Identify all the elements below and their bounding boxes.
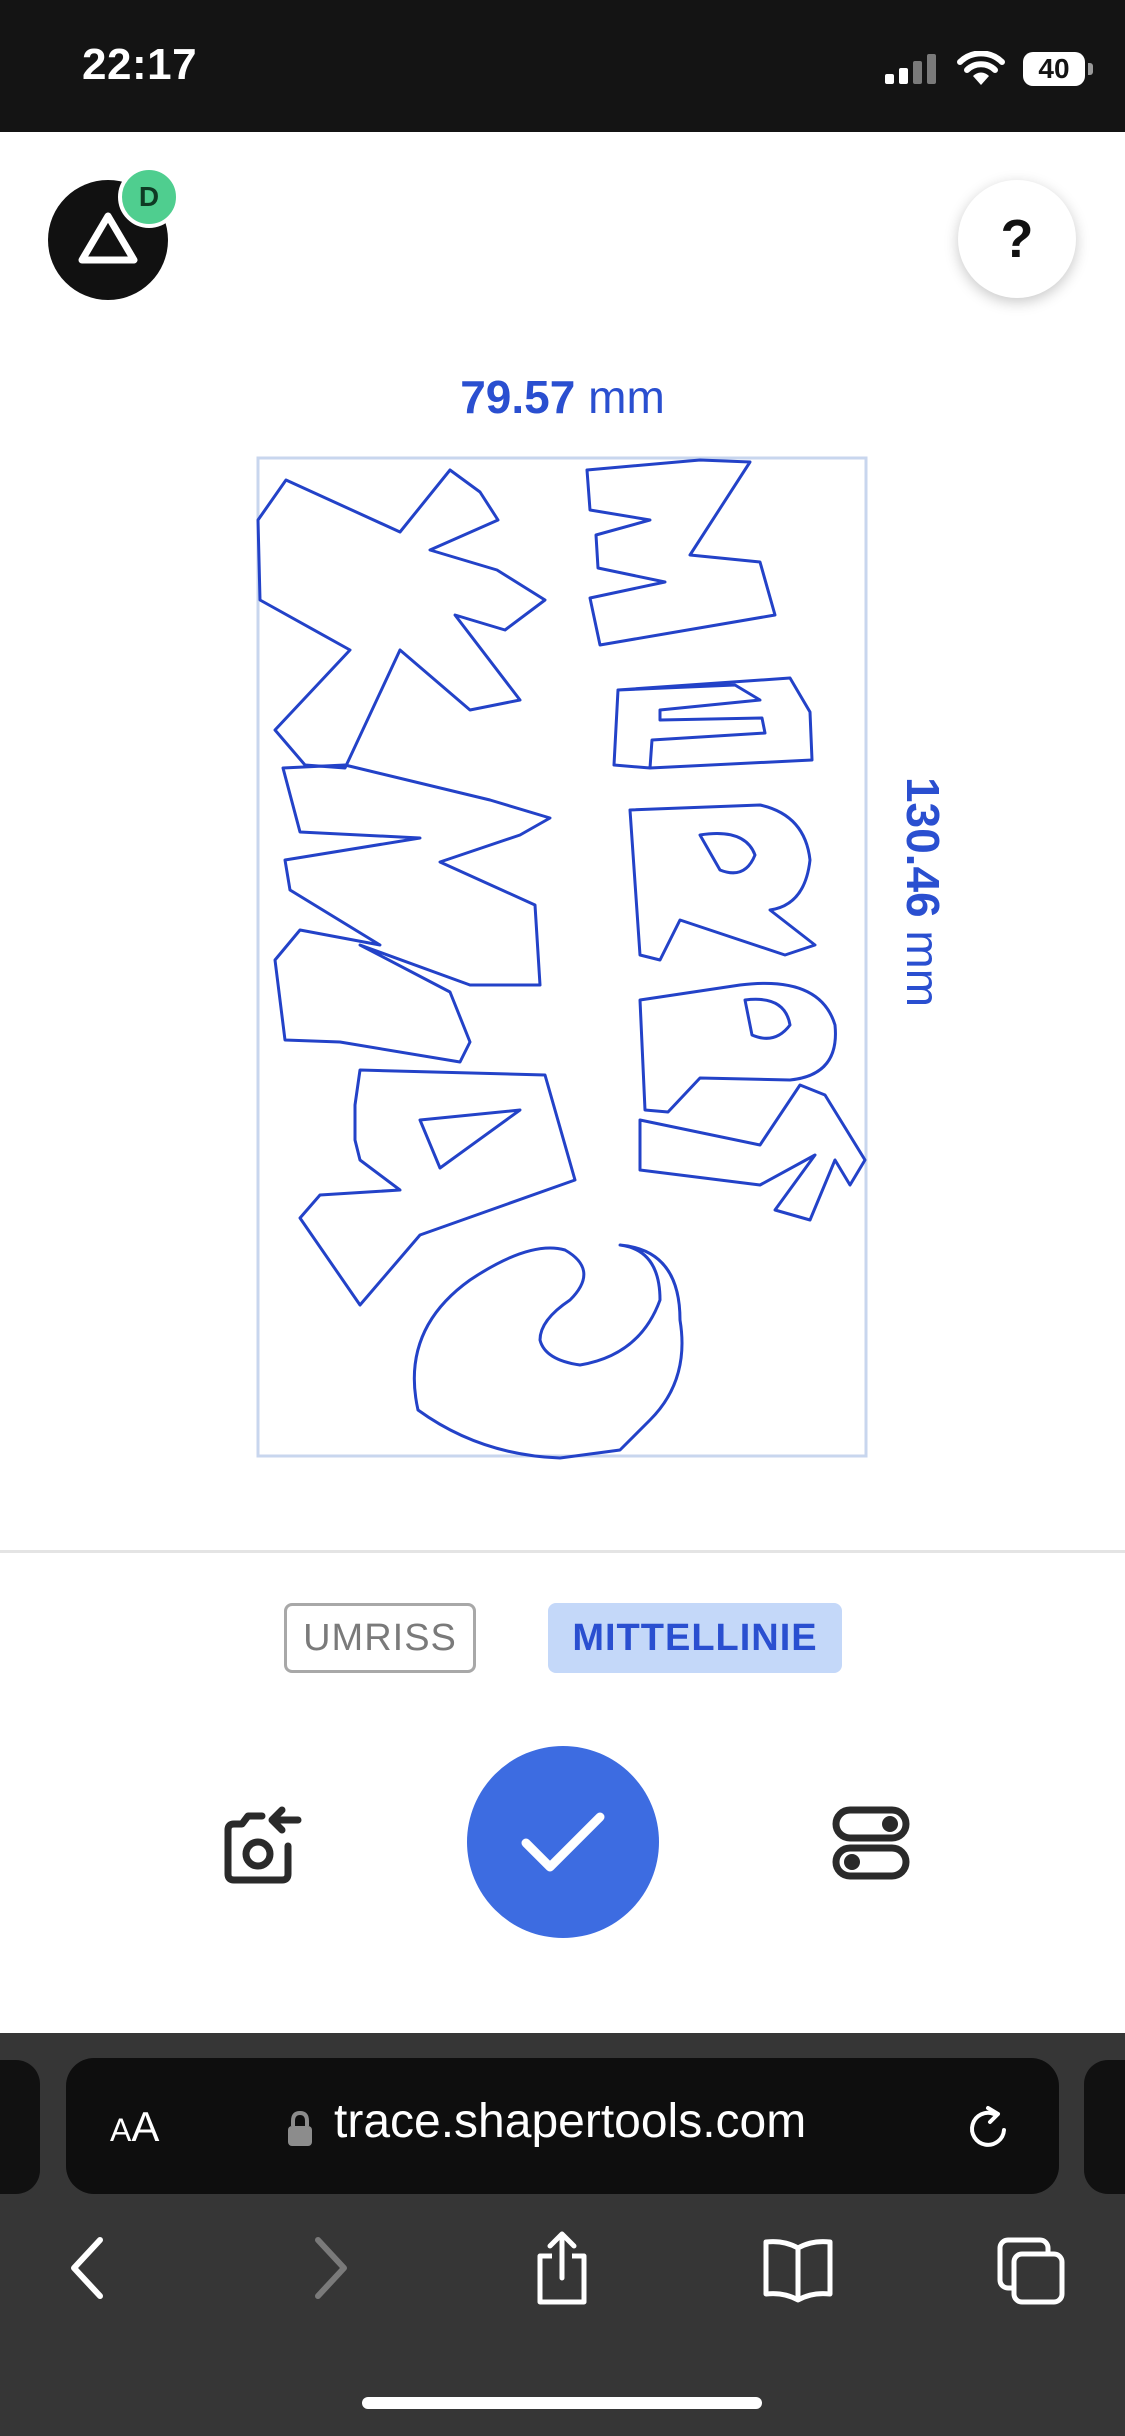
divider	[0, 1550, 1125, 1553]
home-indicator[interactable]	[362, 2397, 762, 2409]
aa-big: A	[131, 2103, 160, 2150]
back-icon[interactable]	[62, 2230, 112, 2306]
lock-icon	[288, 2110, 312, 2146]
mode-centerline-button[interactable]: MITTELLINIE	[548, 1603, 842, 1673]
bookmarks-icon[interactable]	[760, 2230, 836, 2306]
reader-settings-button[interactable]: AA	[110, 2103, 159, 2151]
next-tab-preview[interactable]	[1084, 2060, 1125, 2194]
trace-paths	[256, 458, 867, 1460]
aa-small: A	[110, 2112, 132, 2148]
trace-canvas[interactable]	[0, 0, 1125, 1500]
mode-outline-button[interactable]: UMRISS	[284, 1603, 476, 1673]
forward-icon[interactable]	[306, 2230, 356, 2306]
retake-photo-button[interactable]	[216, 1800, 302, 1886]
trace-settings-button[interactable]	[832, 1800, 910, 1886]
url-text[interactable]: trace.shapertools.com	[334, 2094, 806, 2149]
camera-retake-icon	[224, 1806, 302, 1884]
previous-tab-preview[interactable]	[0, 2060, 40, 2194]
tabs-icon[interactable]	[996, 2230, 1068, 2306]
reload-icon[interactable]	[964, 2104, 1012, 2152]
confirm-button[interactable]	[467, 1746, 659, 1938]
toggles-icon	[832, 1806, 910, 1880]
share-icon[interactable]	[530, 2230, 594, 2306]
checkmark-icon	[521, 1812, 605, 1872]
